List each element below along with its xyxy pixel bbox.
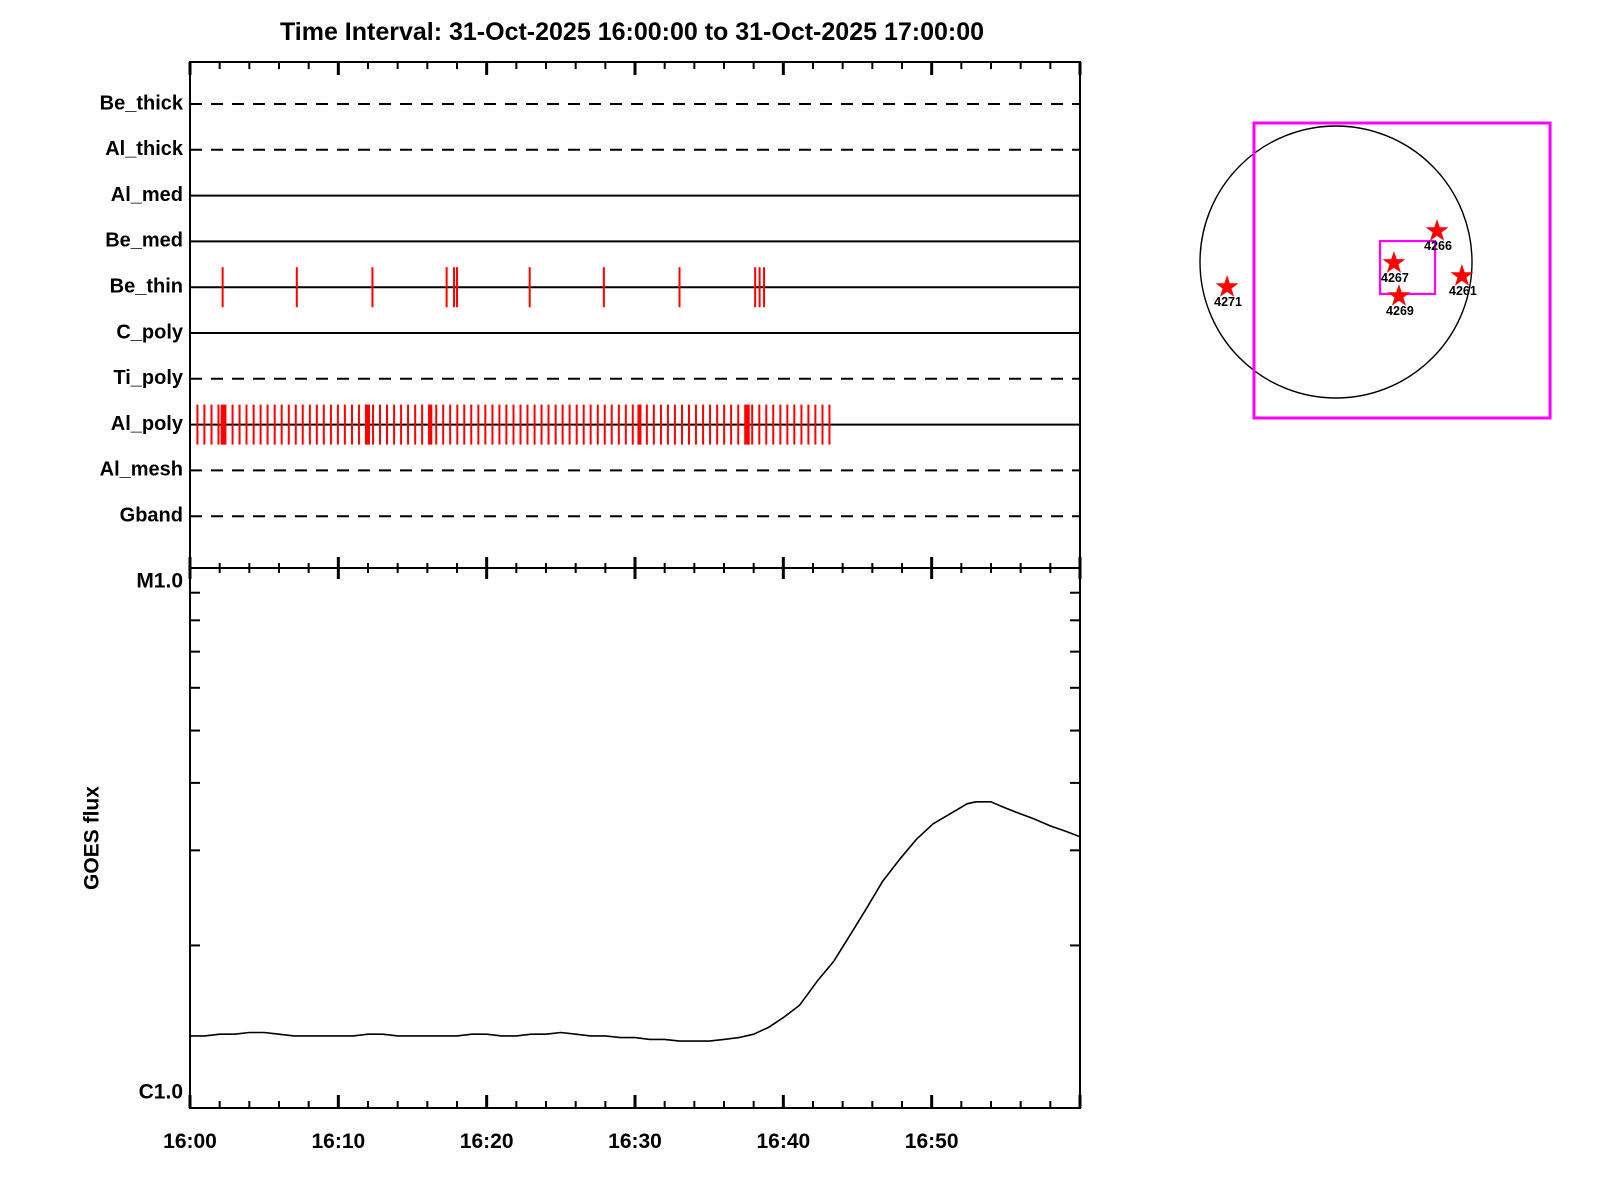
goes-y-axis-title: GOES flux: [81, 786, 104, 890]
active-region-4261: 4261: [1449, 264, 1477, 298]
active-region-4271: 4271: [1214, 275, 1242, 309]
filter-rows: Be_thick Al_thick Al_med Be_med Be_thin C_pol…: [100, 92, 1080, 526]
x-tick-label: 16:50: [905, 1130, 959, 1153]
goes-panel-frame: [189, 567, 1081, 1109]
time-axis-ticks: [188, 62, 1082, 1108]
goes-log-minor-ticks: [190, 591, 1080, 947]
goes-y-top-label: M1.0: [136, 570, 183, 593]
x-tick-label: 16:00: [163, 1130, 217, 1153]
active-region-4269: 4269: [1386, 284, 1414, 318]
filter-label-Be_med: Be_med: [105, 230, 183, 252]
filter-label-Al_med: Al_med: [111, 184, 183, 206]
star-icon: [1425, 219, 1449, 241]
x-tick-label: 16:30: [608, 1130, 662, 1153]
active-region-label: 4269: [1386, 304, 1414, 318]
time-axis-labels: 16:00 16:10 16:20 16:30 16:40 16:50: [163, 1130, 958, 1153]
filter-label-Ti_poly: Ti_poly: [113, 367, 184, 389]
filter-label-Al_thick: Al_thick: [105, 138, 184, 160]
active-region-4267: 4267: [1381, 251, 1409, 285]
x-tick-label: 16:10: [311, 1130, 365, 1153]
exposure-ticks: [196, 267, 831, 445]
filter-label-Be_thick: Be_thick: [100, 92, 184, 114]
filter-label-Be_thin: Be_thin: [110, 275, 183, 297]
filter-timeline-panel-frame: [189, 61, 1081, 569]
x-tick-label: 16:40: [756, 1130, 810, 1153]
goes-y-bottom-label: C1.0: [139, 1081, 183, 1104]
filter-label-Al_poly: Al_poly: [111, 413, 184, 435]
x-tick-label: 16:20: [460, 1130, 514, 1153]
goes-flux-curve: [190, 800, 1081, 1042]
solar-map: 4266 4267 4269 4261 4271: [1199, 121, 1552, 420]
filter-label-Al_mesh: Al_mesh: [100, 459, 183, 481]
active-region-4266: 4266: [1424, 219, 1452, 253]
active-region-label: 4271: [1214, 295, 1242, 309]
solar-limb-circle: [1199, 125, 1473, 399]
filter-label-C_poly: C_poly: [116, 321, 184, 343]
active-region-label: 4261: [1449, 284, 1477, 298]
active-region-label: 4266: [1424, 239, 1452, 253]
plot-page: Time Interval: 31-Oct-2025 16:00:00 to 3…: [0, 0, 1600, 1200]
filter-label-Gband: Gband: [120, 504, 183, 526]
active-region-label: 4267: [1381, 271, 1409, 285]
star-icon: [1215, 275, 1239, 297]
star-icon: [1382, 251, 1406, 273]
goes-flux-curve-group: [190, 800, 1081, 1042]
chart-title: Time Interval: 31-Oct-2025 16:00:00 to 3…: [280, 18, 984, 46]
plot-canvas: Time Interval: 31-Oct-2025 16:00:00 to 3…: [81, 18, 1552, 1153]
